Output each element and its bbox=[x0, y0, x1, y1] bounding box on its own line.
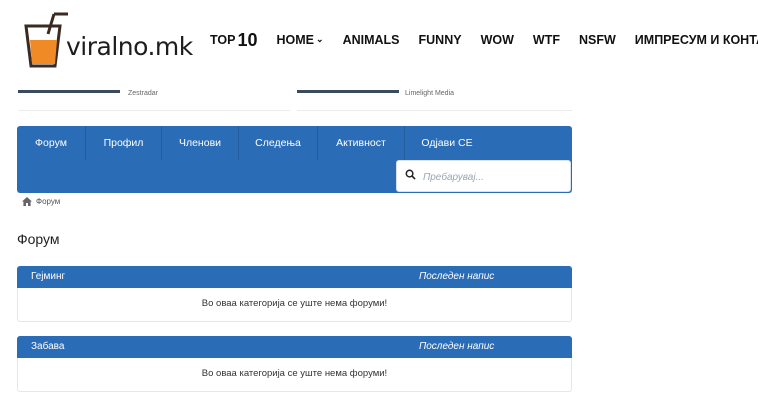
forum-nav-members[interactable]: Членови bbox=[162, 126, 239, 160]
category-header: Гејминг Последен напис bbox=[17, 266, 572, 288]
nav-wtf[interactable]: WTF bbox=[533, 33, 560, 47]
page-title: Форум bbox=[17, 231, 60, 247]
site-logo[interactable]: viralno.mk bbox=[24, 12, 193, 72]
category-name[interactable]: Гејминг bbox=[31, 271, 65, 282]
breadcrumb-link-forum[interactable]: Форум bbox=[36, 197, 60, 206]
widget-source: Zestradar bbox=[128, 90, 158, 97]
nav-top10[interactable]: TOP 10 bbox=[210, 30, 258, 51]
widget-thumbnail bbox=[297, 90, 399, 93]
category-last-post-label: Последен напис bbox=[419, 271, 495, 282]
category-header: Забава Последен напис bbox=[17, 336, 572, 358]
main-nav: TOP 10 HOME ⌄ ANIMALS FUNNY WOW WTF NSFW… bbox=[210, 27, 758, 53]
nav-top10-number: 10 bbox=[237, 29, 258, 50]
nav-funny[interactable]: FUNNY bbox=[419, 33, 462, 47]
nav-impressum-contact[interactable]: ИМПРЕСУМ И КОНТАКТ bbox=[635, 33, 758, 47]
forum-nav: Форум Профил Членови Следења Активност О… bbox=[17, 126, 572, 193]
nav-top10-label: TOP bbox=[210, 33, 236, 47]
category-empty-message: Во оваа категорија се уште нема форуми! bbox=[17, 358, 572, 392]
nav-animals[interactable]: ANIMALS bbox=[343, 33, 400, 47]
forum-nav-profile[interactable]: Профил bbox=[86, 126, 162, 160]
logo-wordmark: viralno.mk bbox=[66, 32, 193, 61]
forum-search-box[interactable] bbox=[396, 160, 571, 192]
category-last-post-label: Последен напис bbox=[419, 341, 495, 352]
site-header: viralno.mk TOP 10 HOME ⌄ ANIMALS FUNNY W… bbox=[0, 0, 758, 80]
nav-nsfw[interactable]: NSFW bbox=[579, 33, 616, 47]
forum-category: Забава Последен напис Во оваа категорија… bbox=[17, 336, 572, 392]
category-name[interactable]: Забава bbox=[31, 341, 64, 352]
forum-nav-subscriptions[interactable]: Следења bbox=[239, 126, 318, 160]
nav-home[interactable]: HOME ⌄ bbox=[277, 33, 324, 47]
forum-nav-activity[interactable]: Активност bbox=[318, 126, 405, 160]
chevron-down-icon: ⌄ bbox=[316, 33, 324, 44]
cup-logo-icon bbox=[24, 12, 68, 68]
forum-category: Гејминг Последен напис Во оваа категориј… bbox=[17, 266, 572, 322]
nav-wow[interactable]: WOW bbox=[481, 33, 514, 47]
forum-nav-forum[interactable]: Форум bbox=[17, 126, 86, 160]
category-empty-message: Во оваа категорија се уште нема форуми! bbox=[17, 288, 572, 322]
sponsored-widget[interactable]: Zestradar bbox=[18, 84, 290, 111]
search-icon bbox=[405, 169, 416, 180]
widget-thumbnail bbox=[18, 90, 120, 93]
sponsored-widget[interactable]: Limelight Media bbox=[297, 84, 572, 111]
breadcrumb: Форум bbox=[22, 197, 60, 206]
forum-nav-logout[interactable]: Одјави СЕ bbox=[405, 126, 489, 160]
nav-home-label: HOME bbox=[276, 33, 315, 47]
widget-source: Limelight Media bbox=[405, 90, 455, 97]
home-icon[interactable] bbox=[22, 197, 32, 206]
forum-search-input[interactable] bbox=[421, 168, 565, 187]
